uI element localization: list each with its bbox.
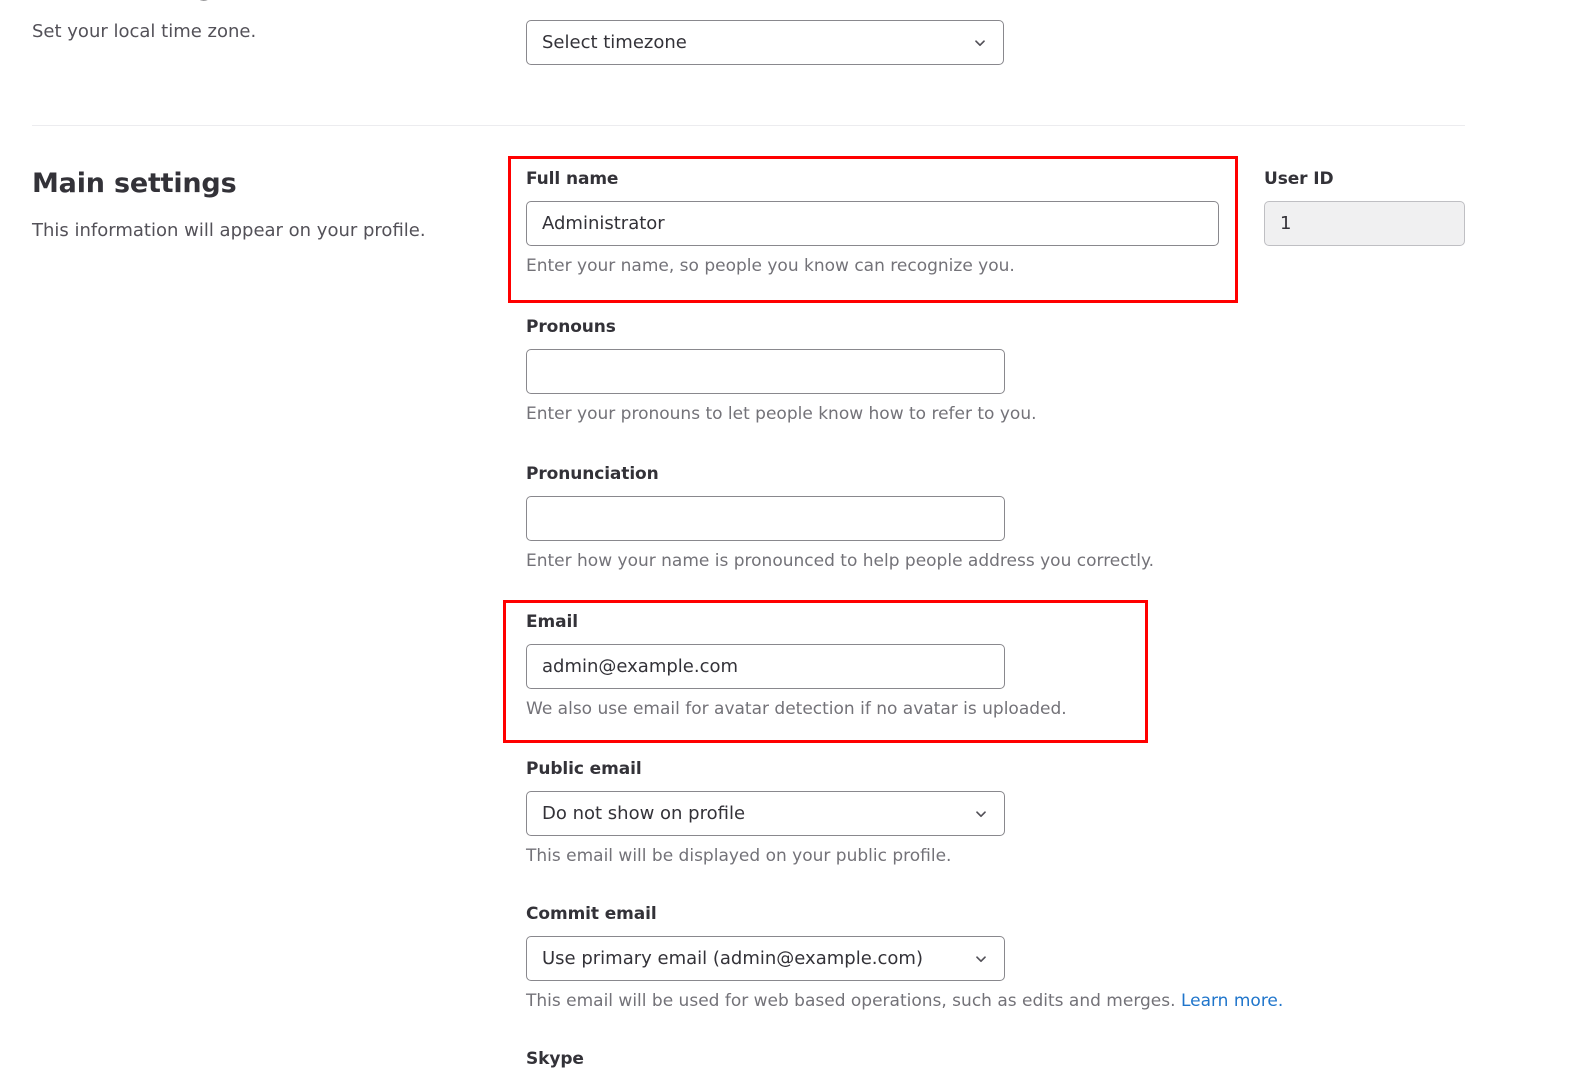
commit-email-select-value: Use primary email (admin@example.com) [542, 948, 923, 969]
timezone-select-value: Select timezone [542, 32, 687, 53]
skype-field: Skype [526, 1048, 584, 1081]
skype-label: Skype [526, 1048, 584, 1070]
commit-email-help-text: This email will be used for web based op… [526, 991, 1176, 1011]
chevron-down-icon [973, 806, 989, 822]
main-settings-title: Main settings [32, 168, 494, 200]
section-divider [32, 125, 1465, 126]
email-help: We also use email for avatar detection i… [526, 698, 1067, 721]
commit-email-select[interactable]: Use primary email (admin@example.com) [526, 936, 1005, 981]
pronunciation-label: Pronunciation [526, 463, 1154, 485]
full-name-field: Full name Enter your name, so people you… [526, 168, 1219, 278]
main-settings-description: This information will appear on your pro… [32, 218, 494, 243]
time-settings-title: Time settings [32, 0, 494, 3]
timezone-field: Select timezone [526, 20, 1004, 65]
public-email-label: Public email [526, 758, 1005, 780]
email-label: Email [526, 611, 1067, 633]
full-name-help: Enter your name, so people you know can … [526, 255, 1219, 278]
time-settings-aside: Time settings Set your local time zone. [0, 0, 494, 44]
user-id-input [1264, 201, 1465, 246]
pronunciation-help: Enter how your name is pronounced to hel… [526, 550, 1154, 573]
timezone-select[interactable]: Select timezone [526, 20, 1004, 65]
commit-email-label: Commit email [526, 903, 1005, 925]
chevron-down-icon [972, 35, 988, 51]
settings-page: Time settings Set your local time zone. … [0, 0, 1576, 1069]
time-settings-description: Set your local time zone. [32, 19, 494, 44]
commit-email-help: This email will be used for web based op… [526, 990, 1005, 1013]
email-input[interactable] [526, 644, 1005, 689]
pronouns-input[interactable] [526, 349, 1005, 394]
commit-email-field: Commit email Use primary email (admin@ex… [526, 903, 1005, 1013]
public-email-field: Public email Do not show on profile This… [526, 758, 1005, 868]
user-id-field: User ID [1264, 168, 1465, 246]
commit-email-learn-more-link[interactable]: Learn more. [1181, 991, 1283, 1011]
full-name-label: Full name [526, 168, 1219, 190]
chevron-down-icon [973, 951, 989, 967]
pronunciation-field: Pronunciation Enter how your name is pro… [526, 463, 1154, 573]
public-email-select[interactable]: Do not show on profile [526, 791, 1005, 836]
public-email-help: This email will be displayed on your pub… [526, 845, 1005, 868]
pronunciation-input[interactable] [526, 496, 1005, 541]
email-field: Email We also use email for avatar detec… [526, 611, 1067, 721]
full-name-input[interactable] [526, 201, 1219, 246]
public-email-select-value: Do not show on profile [542, 803, 745, 824]
pronouns-field: Pronouns Enter your pronouns to let peop… [526, 316, 1037, 426]
main-settings-aside: Main settings This information will appe… [0, 160, 494, 244]
pronouns-label: Pronouns [526, 316, 1037, 338]
user-id-label: User ID [1264, 168, 1465, 190]
pronouns-help: Enter your pronouns to let people know h… [526, 403, 1037, 426]
